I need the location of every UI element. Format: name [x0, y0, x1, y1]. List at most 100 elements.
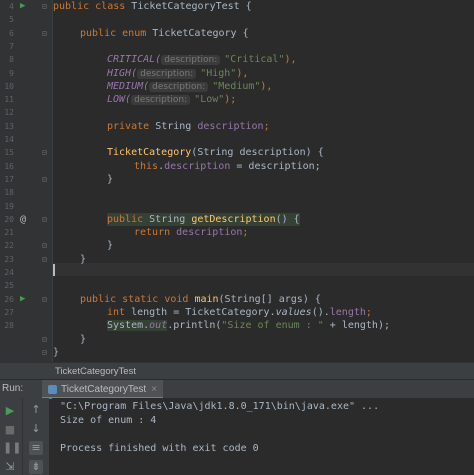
keyword: public	[107, 213, 144, 225]
text-caret	[53, 264, 55, 276]
type-name: String	[149, 213, 186, 225]
fold-marker-icon[interactable]: ⊟	[42, 239, 47, 252]
code-line-enum-low: LOW(description: "Low");	[107, 93, 236, 107]
code-editor[interactable]: 4 5 6 7 8 9 10 11 12 13 14 15 16 17 18 1…	[0, 0, 474, 362]
punctuation: ),	[284, 54, 297, 66]
line-number: 26	[4, 294, 14, 304]
line-number: 24	[4, 268, 14, 277]
method-params: (String[] args) {	[218, 293, 321, 305]
expression: .println(	[167, 320, 222, 332]
field-name: description	[197, 120, 264, 132]
fold-marker-icon[interactable]: ⊟	[42, 0, 47, 13]
constructor-name: TicketCategory	[107, 147, 192, 159]
parameter-hint: description:	[161, 55, 221, 66]
expression: length = TicketCategory.	[125, 306, 276, 318]
code-line-close-brace: }	[107, 173, 114, 185]
fold-marker-icon[interactable]: ⊟	[42, 346, 47, 359]
scroll-to-end-icon[interactable]: ⇟	[29, 460, 43, 474]
line-number: 14	[4, 135, 14, 144]
method-name: getDescription	[191, 213, 276, 225]
field-name: length	[329, 306, 366, 318]
punctuation: ),	[260, 80, 273, 92]
line-number: 10	[4, 81, 14, 91]
line-number: 18	[4, 188, 14, 198]
method-params: () {	[275, 213, 300, 225]
keyword: private	[107, 120, 150, 132]
line-number: 28	[4, 321, 14, 331]
fold-marker-icon[interactable]: ⊟	[42, 253, 47, 266]
code-line-enum-critical: CRITICAL(description: "Critical"),	[107, 53, 297, 67]
line-number: 17	[4, 174, 14, 184]
console-output[interactable]: "C:\Program Files\Java\jdk1.8.0_171\bin\…	[52, 398, 474, 475]
soft-wrap-icon[interactable]: ≡	[29, 441, 43, 455]
keyword: class	[95, 1, 126, 12]
string-literal: "Critical"	[224, 54, 285, 66]
line-number: 9	[9, 68, 14, 78]
keyword: public	[80, 27, 117, 39]
code-line-close-brace: }	[80, 253, 87, 265]
fold-marker-icon[interactable]: ⊟	[42, 146, 47, 159]
code-line-ctor-body: this.description = description;	[134, 160, 321, 173]
code-line-main-println: System.out.println("Size of enum : " + l…	[107, 319, 390, 332]
keyword: this	[134, 160, 159, 172]
fold-marker-icon[interactable]: ⊟	[42, 27, 47, 40]
punctuation: ;	[242, 227, 249, 239]
line-number: 7	[9, 41, 14, 51]
run-toolbar-primary: ▶ ■ ❚❚ ⇲	[0, 398, 22, 475]
dump-threads-icon[interactable]: ⇲	[3, 460, 17, 474]
expression: System.	[107, 320, 150, 332]
enum-constant: LOW(	[107, 94, 132, 106]
keyword: enum	[122, 27, 147, 39]
fold-marker-icon[interactable]: ⊟	[42, 213, 47, 226]
scroll-down-icon[interactable]: ↓	[29, 422, 43, 436]
keyword: int	[107, 306, 126, 318]
code-line-enum-medium: MEDIUM(description: "Medium"),	[107, 80, 272, 94]
fold-marker-icon[interactable]: ⊟	[42, 173, 47, 186]
run-main-icon[interactable]: ▶	[20, 293, 25, 306]
run-panel-header: Run: TicketCategoryTest ×	[0, 379, 474, 399]
fold-marker-icon[interactable]: ⊟	[42, 293, 47, 306]
keyword: public	[80, 293, 117, 305]
punctuation: ;	[263, 120, 270, 132]
line-number: 20	[4, 214, 14, 224]
line-number: 13	[4, 121, 14, 131]
expression: ().	[311, 306, 330, 318]
line-number: 25	[4, 281, 14, 291]
close-icon[interactable]: ×	[151, 384, 157, 395]
rerun-icon[interactable]: ▶	[3, 404, 17, 418]
scroll-up-icon[interactable]: ↑	[29, 403, 43, 417]
string-literal: "Size of enum : "	[221, 320, 324, 332]
field-name: description	[164, 160, 231, 172]
line-number: 12	[4, 108, 14, 118]
class-name: TicketCategoryTest {	[131, 1, 252, 12]
run-class-icon[interactable]: ▶	[20, 0, 25, 13]
code-line-main-decl: public static void main(String[] args) {	[80, 293, 321, 306]
code-line-main-length: int length = TicketCategory.values().len…	[107, 306, 372, 319]
keyword: return	[134, 227, 171, 239]
breadcrumb-item[interactable]: TicketCategoryTest	[55, 366, 136, 377]
line-number: 27	[4, 307, 14, 317]
run-toolbar-secondary: ↑ ↓ ≡ ⇟	[22, 398, 49, 475]
override-marker-icon[interactable]: @	[20, 213, 26, 226]
run-tab[interactable]: TicketCategoryTest ×	[42, 380, 164, 399]
code-line-ctor-decl: TicketCategory(String description) {	[107, 146, 324, 159]
breadcrumb[interactable]: TicketCategoryTest	[0, 362, 474, 379]
pause-icon[interactable]: ❚❚	[3, 441, 21, 455]
type-name: String	[155, 120, 192, 132]
parameter-hint: description:	[149, 81, 209, 92]
stop-icon[interactable]: ■	[3, 423, 17, 437]
parameter-hint: description:	[137, 68, 197, 79]
run-tab-label: TicketCategoryTest	[61, 384, 147, 395]
line-number: 21	[4, 228, 14, 238]
punctuation: );	[224, 94, 237, 106]
run-config-icon	[48, 384, 57, 394]
code-line-close-brace: }	[53, 346, 60, 358]
line-number: 22	[4, 241, 14, 251]
fold-marker-icon[interactable]: ⊟	[42, 333, 47, 346]
console-line-output: Size of enum : 4	[60, 415, 157, 426]
string-literal: "High"	[200, 67, 237, 79]
punctuation: ),	[236, 67, 249, 79]
keyword: public	[53, 1, 90, 12]
code-line-close-brace: }	[80, 333, 87, 345]
code-line-getter-body: return description;	[134, 226, 248, 239]
